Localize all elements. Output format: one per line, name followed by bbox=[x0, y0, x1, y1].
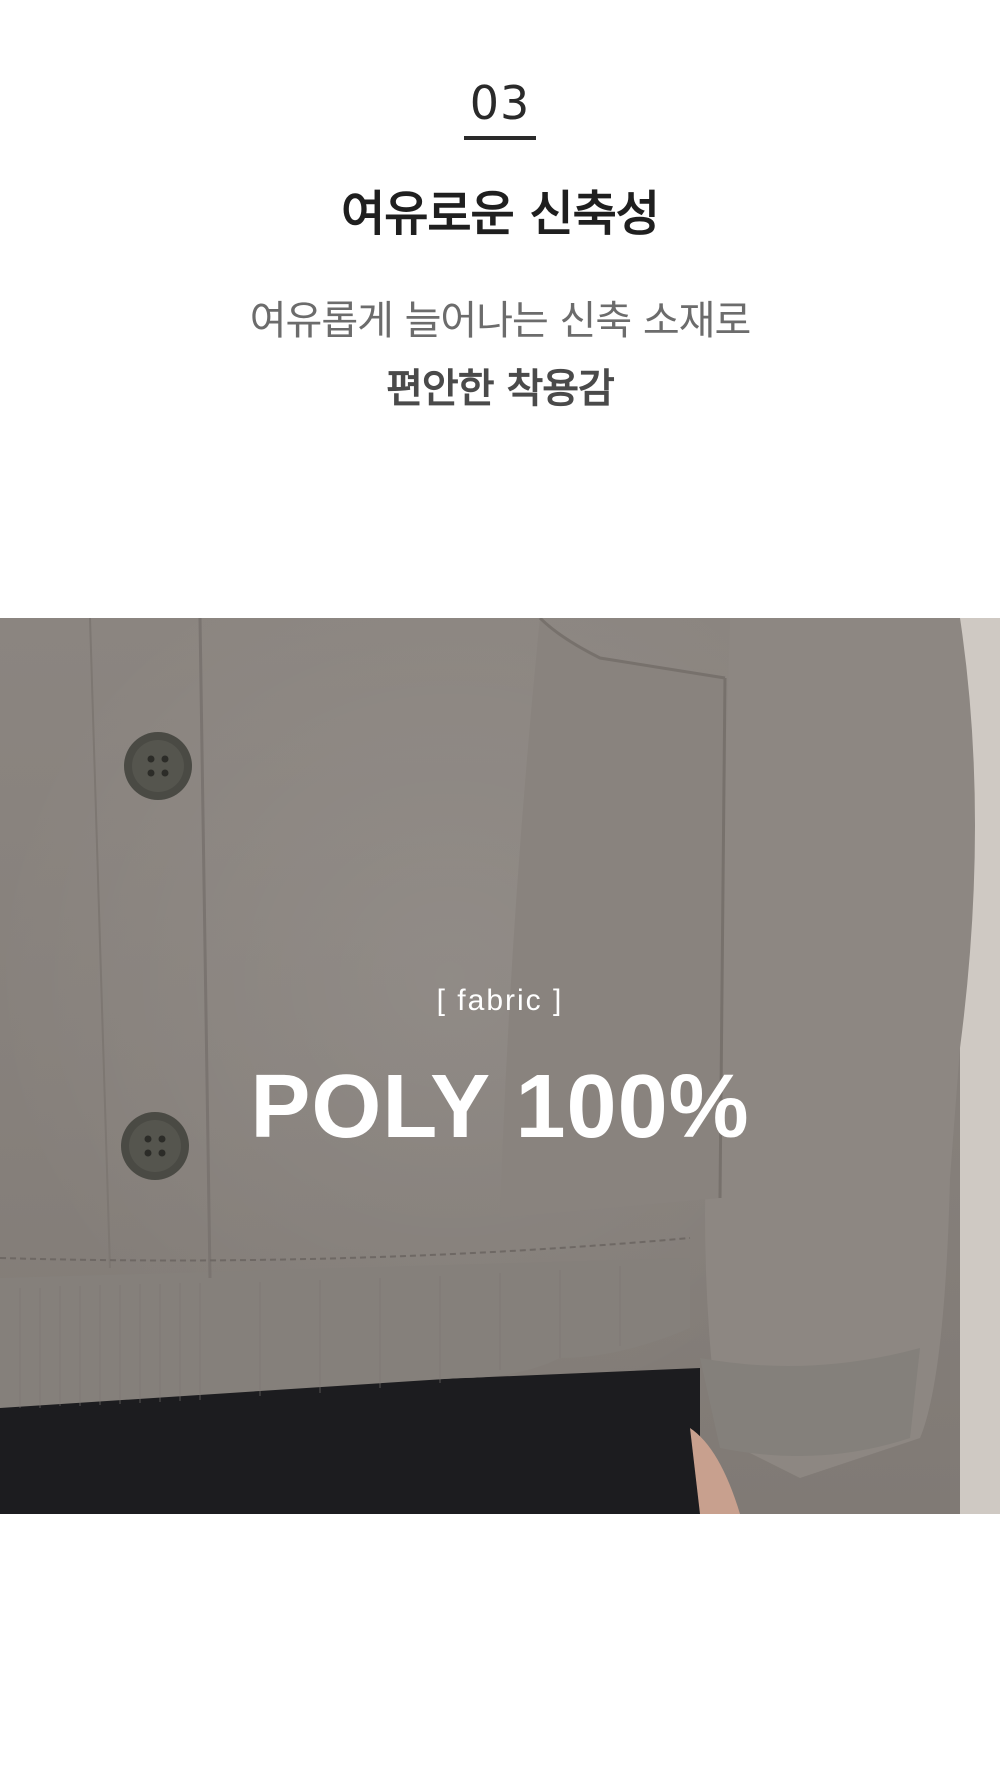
section-number-underline bbox=[464, 136, 536, 140]
section-description-line1: 여유롭게 늘어나는 신축 소재로 bbox=[249, 298, 752, 344]
fabric-label: [ fabric ] bbox=[436, 984, 564, 1017]
section-header: 03 여유로운 신축성 여유롭게 늘어나는 신축 소재로 편안한 착용감 bbox=[0, 0, 1000, 620]
fabric-composition: POLY 100% bbox=[250, 1057, 750, 1157]
fabric-photo: [ fabric ] POLY 100% bbox=[0, 618, 1000, 1514]
fabric-overlay: [ fabric ] POLY 100% bbox=[0, 618, 1000, 1514]
section-title: 여유로운 신축성 bbox=[341, 186, 660, 242]
section-number: 03 bbox=[469, 76, 531, 130]
section-description-line2: 편안한 착용감 bbox=[386, 366, 615, 412]
